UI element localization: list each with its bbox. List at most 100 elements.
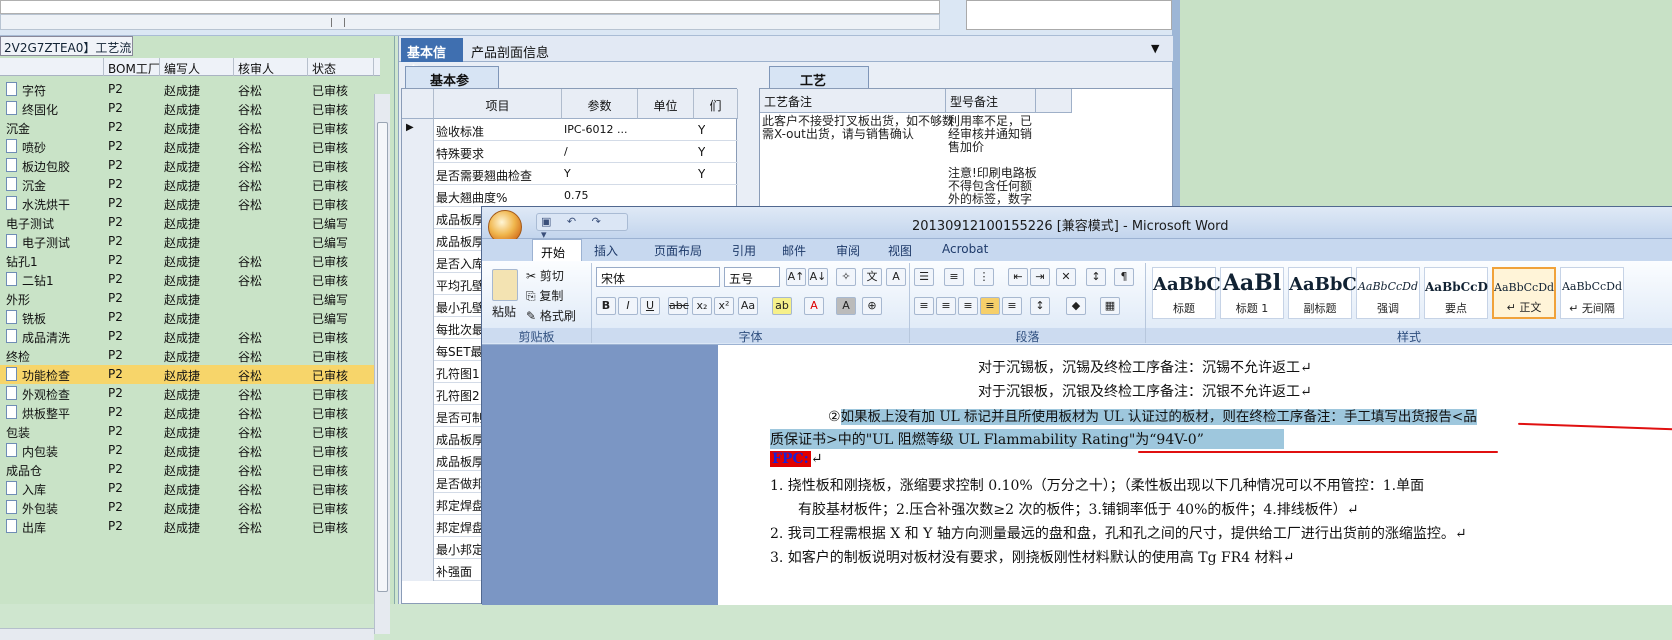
- param-header-item[interactable]: 项目: [434, 89, 562, 119]
- style-title[interactable]: AaBbC 标题: [1152, 267, 1221, 319]
- tree-row[interactable]: 出库 P2 赵成捷 谷松 已审核: [0, 517, 378, 536]
- style-normal[interactable]: AaBbCcDd ↵ 正文: [1492, 267, 1556, 319]
- param-value[interactable]: /: [564, 145, 636, 158]
- doc-line-8[interactable]: 2. 我司工程需根据 X 和 Y 轴方向测量最远的盘和盘，孔和孔之间的尺寸，提供…: [770, 523, 1467, 543]
- subtab-notes[interactable]: 工艺备注: [769, 66, 869, 108]
- tree-row[interactable]: 电子测试 P2 赵成捷 已编写: [0, 232, 378, 251]
- param-value[interactable]: IPC-6012 ...: [564, 123, 636, 136]
- tree-row[interactable]: 水洗烘干 P2 赵成捷 谷松 已审核: [0, 194, 378, 213]
- header-writer[interactable]: 编写人: [160, 58, 234, 76]
- font-name-select[interactable]: 宋体: [596, 267, 720, 287]
- tab-profile-info[interactable]: 产品剖面信息: [471, 42, 549, 61]
- underline-icon[interactable]: U: [640, 297, 660, 315]
- asian-layout-icon[interactable]: ✕: [1056, 268, 1076, 286]
- tree-row[interactable]: 内包装 P2 赵成捷 谷松 已审核: [0, 441, 378, 460]
- bullets-icon[interactable]: ☰: [914, 268, 934, 286]
- tree-vertical-scrollbar[interactable]: [374, 94, 390, 634]
- tab-view[interactable]: 视图: [888, 242, 912, 259]
- param-value[interactable]: 0.75: [564, 189, 636, 202]
- increase-indent-icon[interactable]: ⇥: [1030, 268, 1050, 286]
- tab-menu-icon[interactable]: ▼: [1151, 42, 1159, 55]
- doc-line-9[interactable]: 3. 如客户的制板说明对板材没有要求，刚挠板刚性材料默认的使用高 Tg FR4 …: [770, 547, 1294, 567]
- grow-font-icon[interactable]: A↑: [786, 268, 806, 286]
- style-subtitle[interactable]: AaBbC 副标题: [1288, 267, 1357, 319]
- style-emphasis[interactable]: AaBbCcDd 强调: [1356, 267, 1420, 319]
- param-value[interactable]: Y: [564, 167, 636, 180]
- tree-row[interactable]: 喷砂 P2 赵成捷 谷松 已审核: [0, 137, 378, 156]
- doc-line-7[interactable]: 有胶基材板件；2.压合补强次数≥2 次的板件；3.铺铜率低于 40%的板件；4.…: [798, 499, 1358, 519]
- strikethrough-icon[interactable]: abc: [668, 297, 689, 315]
- paste-button[interactable]: 粘贴: [492, 303, 516, 320]
- doc-line-5[interactable]: FPC: ↵: [770, 451, 823, 467]
- notes-header-model[interactable]: 型号备注: [946, 89, 1036, 113]
- tree-row[interactable]: 外形 P2 赵成捷 已编写: [0, 289, 378, 308]
- tab-basic-info[interactable]: 基本信息: [401, 38, 463, 80]
- borders-icon[interactable]: ▦: [1100, 297, 1120, 315]
- header-name[interactable]: [0, 58, 104, 76]
- change-case-icon[interactable]: Aa: [738, 297, 758, 315]
- highlight-icon[interactable]: ab: [772, 297, 792, 315]
- tab-insert[interactable]: 插入: [594, 242, 618, 259]
- process-note-text[interactable]: 此客户不接受打叉板出货，如不够数 需X-out出货，请与销售确认: [762, 115, 954, 141]
- justify-icon[interactable]: ≡: [980, 297, 1000, 315]
- tree-row[interactable]: 沉金 P2 赵成捷 谷松 已审核: [0, 175, 378, 194]
- enclose-char-icon[interactable]: ⊕: [862, 297, 882, 315]
- show-marks-icon[interactable]: ¶: [1114, 268, 1134, 286]
- tree-row[interactable]: 功能检查 P2 赵成捷 谷松 已审核: [0, 365, 378, 384]
- subscript-icon[interactable]: x₂: [692, 297, 712, 315]
- clear-format-icon[interactable]: ✧: [836, 268, 856, 286]
- param-row[interactable]: 是否需要翘曲检查 Y Y: [402, 163, 738, 185]
- bold-icon[interactable]: B: [596, 297, 616, 315]
- superscript-icon[interactable]: x²: [714, 297, 734, 315]
- tab-mailings[interactable]: 邮件: [782, 242, 806, 259]
- copy-button[interactable]: ⎘ 复制: [526, 287, 563, 304]
- doc-line-4[interactable]: 质保证书>中的"UL 阻燃等级 UL Flammability Rating"为…: [770, 429, 1284, 449]
- italic-icon[interactable]: I: [618, 297, 638, 315]
- doc-line-3[interactable]: ②如果板上没有加 UL 标记并且所使用板材为 UL 认证过的板材，则在终检工序备…: [828, 405, 1477, 425]
- align-left-icon[interactable]: ≡: [914, 297, 934, 315]
- tree-row[interactable]: 电子测试 P2 赵成捷 已编写: [0, 213, 378, 232]
- tree-row[interactable]: 成品清洗 P2 赵成捷 谷松 已审核: [0, 327, 378, 346]
- tree-row[interactable]: 烘板整平 P2 赵成捷 谷松 已审核: [0, 403, 378, 422]
- param-row[interactable]: 特殊要求 / Y: [402, 141, 738, 163]
- char-shading-icon[interactable]: A: [836, 297, 856, 315]
- font-color-icon[interactable]: A: [804, 297, 824, 315]
- tree-row[interactable]: 板边包胶 P2 赵成捷 谷松 已审核: [0, 156, 378, 175]
- param-header-value[interactable]: 参数: [562, 89, 638, 119]
- style-no-spacing[interactable]: AaBbCcDd ↵ 无间隔: [1560, 267, 1624, 319]
- tree-row[interactable]: 终固化 P2 赵成捷 谷松 已审核: [0, 99, 378, 118]
- tree-row[interactable]: 沉金 P2 赵成捷 谷松 已审核: [0, 118, 378, 137]
- tree-row[interactable]: 铣板 P2 赵成捷 已编写: [0, 308, 378, 327]
- align-center-icon[interactable]: ≡: [936, 297, 956, 315]
- subtab-params[interactable]: 基本参数: [405, 66, 499, 108]
- panel-splitter[interactable]: [1172, 0, 1180, 210]
- tab-acrobat[interactable]: Acrobat: [942, 242, 988, 256]
- sort-icon[interactable]: ↕: [1086, 268, 1106, 286]
- tab-home[interactable]: 开始: [532, 239, 582, 263]
- horizontal-scrollbar[interactable]: [0, 14, 940, 30]
- font-size-select[interactable]: 五号: [724, 267, 780, 287]
- style-heading1[interactable]: AaBl 标题 1: [1220, 267, 1284, 319]
- align-right-icon[interactable]: ≡: [958, 297, 978, 315]
- doc-line-1[interactable]: 对于沉锡板，沉锡及终检工序备注：沉锡不允许返工↵: [978, 357, 1312, 377]
- model-note-text[interactable]: 利用率不足，已 经审核并通知销 售加价 注意!印刷电路板 不得包含任何额 外的标…: [948, 115, 1038, 206]
- header-bom[interactable]: BOM工厂: [104, 58, 160, 76]
- format-painter-button[interactable]: ✎ 格式刷: [526, 307, 576, 324]
- line-spacing-icon[interactable]: ↕: [1030, 297, 1050, 315]
- tree-row[interactable]: 包装 P2 赵成捷 谷松 已审核: [0, 422, 378, 441]
- top-field[interactable]: [0, 0, 940, 14]
- notes-header-process[interactable]: 工艺备注: [760, 89, 946, 113]
- param-row[interactable]: ▶ 验收标准 IPC-6012 ... Y: [402, 119, 738, 141]
- tab-references[interactable]: 引用: [732, 242, 756, 259]
- char-border-icon[interactable]: A: [886, 268, 906, 286]
- param-header-extra[interactable]: 们: [694, 89, 738, 119]
- document-page[interactable]: 对于沉锡板，沉锡及终检工序备注：沉锡不允许返工↵ 对于沉银板，沉银及终检工序备注…: [718, 345, 1672, 605]
- tree-row[interactable]: 外观检查 P2 赵成捷 谷松 已审核: [0, 384, 378, 403]
- shrink-font-icon[interactable]: A↓: [808, 268, 828, 286]
- phonetic-icon[interactable]: 文: [862, 268, 882, 286]
- tree-row[interactable]: 终检 P2 赵成捷 谷松 已审核: [0, 346, 378, 365]
- doc-line-2[interactable]: 对于沉银板，沉银及终检工序备注：沉银不允许返工↵: [978, 381, 1312, 401]
- tree-row[interactable]: 入库 P2 赵成捷 谷松 已审核: [0, 479, 378, 498]
- distribute-icon[interactable]: ≡: [1002, 297, 1022, 315]
- numbering-icon[interactable]: ≡: [944, 268, 964, 286]
